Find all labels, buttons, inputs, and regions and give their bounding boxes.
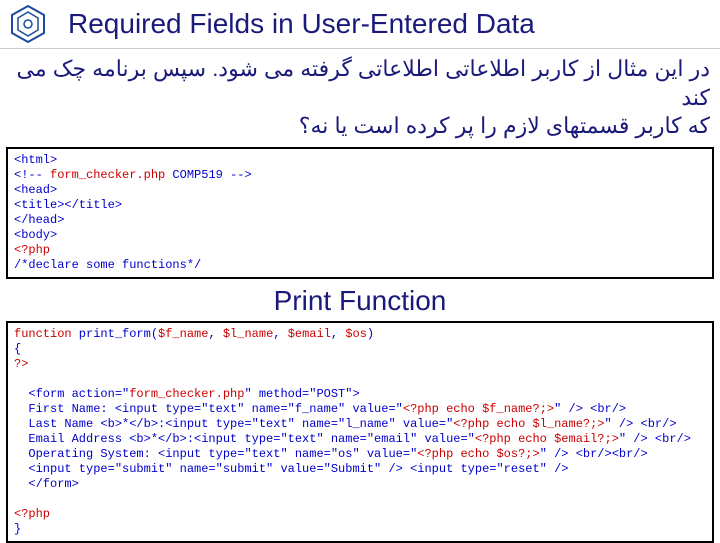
code-line: First Name: <input type="text" name="f_n… [14, 402, 403, 416]
code-line: form_checker.php [50, 168, 165, 182]
code-line: } [14, 522, 21, 536]
code-line: , [331, 327, 345, 341]
code-line: <input type="submit" name="submit" value… [14, 462, 569, 476]
code-line: <body> [14, 228, 57, 242]
code-line: " /> <br/><br/> [540, 447, 648, 461]
description-text: در این مثال از کاربر اطلاعاتی اطلاعاتی گ… [0, 49, 720, 145]
arabic-line-2: که کاربر قسمتهای لازم را پر کرده است یا … [10, 112, 710, 141]
code-line: " /> <br/> [619, 432, 691, 446]
code-line: <title></title> [14, 198, 122, 212]
page-title: Required Fields in User-Entered Data [68, 8, 535, 40]
code-line: COMP519 --> [165, 168, 251, 182]
code-line: $email [288, 327, 331, 341]
code-line: ) [367, 327, 374, 341]
code-line: <form action=" [14, 387, 129, 401]
code-line: form_checker.php [129, 387, 244, 401]
code-line: , [208, 327, 222, 341]
code-line: print_form( [72, 327, 158, 341]
header: Required Fields in User-Entered Data [0, 0, 720, 49]
code-line: Last Name <b>*</b>:<input type="text" na… [14, 417, 453, 431]
code-line: <?php echo $email?;> [475, 432, 619, 446]
logo-icon [8, 4, 48, 44]
code-line: { [14, 342, 21, 356]
code-line: " /> <br/> [554, 402, 626, 416]
code-line: , [273, 327, 287, 341]
code-line: /*declare some functions*/ [14, 258, 201, 272]
code-line: Email Address <b>*</b>:<input type="text… [14, 432, 475, 446]
code-line: function [14, 327, 72, 341]
code-line: Operating System: <input type="text" nam… [14, 447, 417, 461]
code-line: </head> [14, 213, 64, 227]
code-block-1: <html> <!-- form_checker.php COMP519 -->… [6, 147, 714, 279]
code-line: $l_name [223, 327, 273, 341]
code-line: <head> [14, 183, 57, 197]
code-line: <?php echo $l_name?;> [453, 417, 604, 431]
code-line: <?php echo $os?;> [417, 447, 539, 461]
code-line: ?> [14, 357, 28, 371]
code-line: </form> [14, 477, 79, 491]
code-line: " method="POST"> [244, 387, 359, 401]
section-title: Print Function [0, 281, 720, 319]
code-line: <?php [14, 507, 50, 521]
code-line: $os [345, 327, 367, 341]
code-line: $f_name [158, 327, 208, 341]
code-line: <!-- [14, 168, 50, 182]
code-line: <?php echo $f_name?;> [403, 402, 554, 416]
arabic-line-1: در این مثال از کاربر اطلاعاتی اطلاعاتی گ… [10, 55, 710, 112]
code-block-2: function print_form($f_name, $l_name, $e… [6, 321, 714, 543]
code-line: <?php [14, 243, 50, 257]
code-line: <html> [14, 153, 57, 167]
code-line: " /> <br/> [605, 417, 677, 431]
